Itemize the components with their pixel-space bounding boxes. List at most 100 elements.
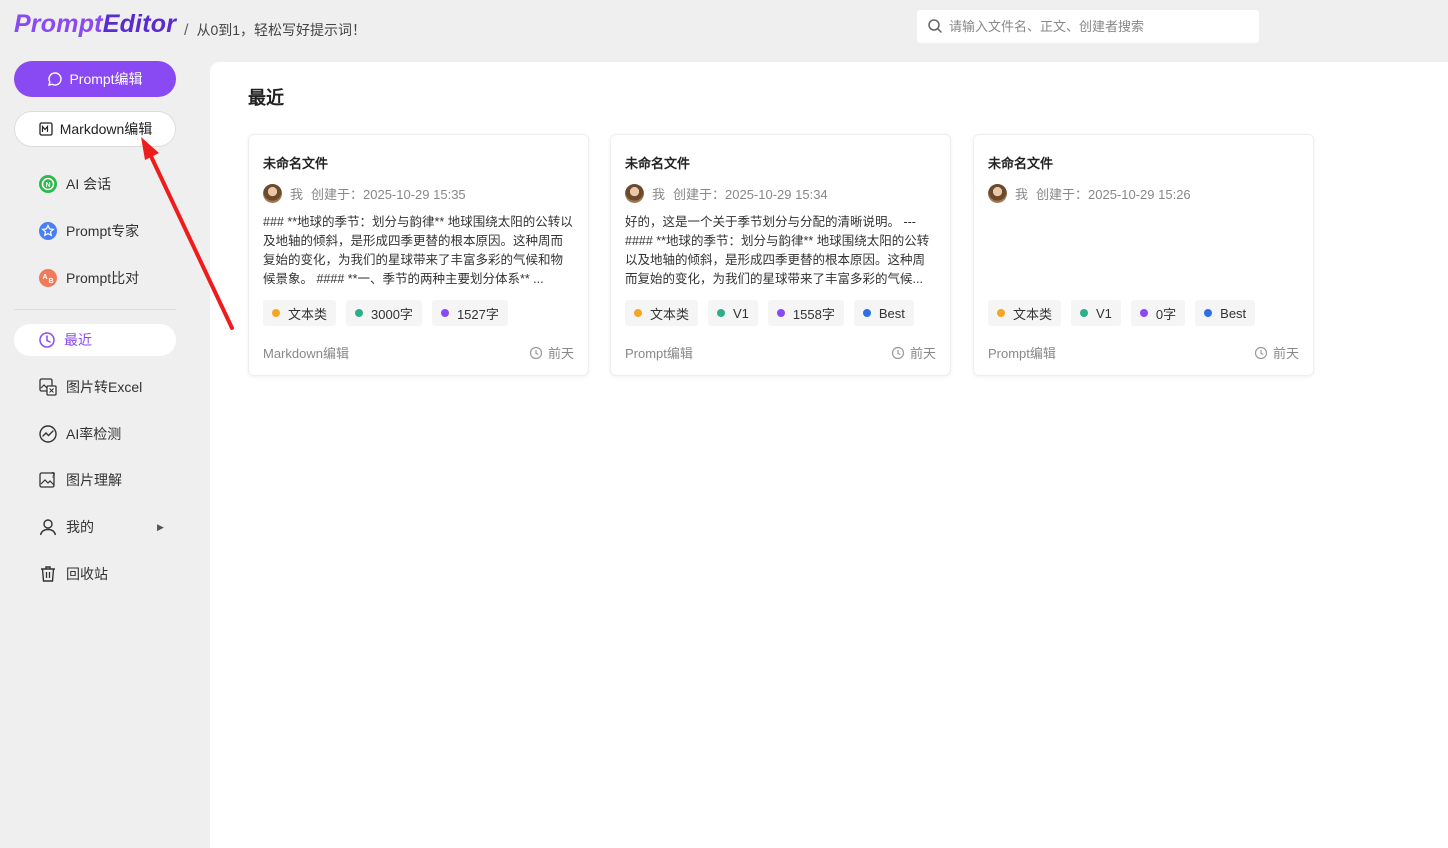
chat-bubble-icon xyxy=(48,72,63,86)
card-created: 创建于：2025-10-29 15:34 xyxy=(673,187,828,202)
ab-compare-icon: AB xyxy=(38,268,58,288)
sidebar-item-label: 图片理解 xyxy=(66,472,122,488)
card-time: 前天 xyxy=(1254,343,1299,362)
page-title: 最近 xyxy=(248,88,284,108)
file-card[interactable]: 未命名文件 我 创建于：2025-10-29 15:35 ### **地球的季节… xyxy=(248,134,589,376)
card-source: Markdown编辑 xyxy=(263,346,349,361)
avatar xyxy=(988,184,1007,203)
sidebar-item-image-to-excel[interactable]: 图片转Excel xyxy=(38,375,142,399)
card-author: 我 xyxy=(652,187,666,202)
tag-version: V1 xyxy=(708,300,758,326)
tag-label: 文本类 xyxy=(1013,306,1053,322)
expand-caret-icon[interactable]: ▶ xyxy=(157,522,164,533)
tag-dot xyxy=(634,309,642,317)
clock-icon xyxy=(39,332,55,348)
sidebar-item-ai-chat[interactable]: N AI 会话 xyxy=(38,172,111,196)
card-meta: 我 创建于：2025-10-29 15:35 xyxy=(263,184,466,203)
prompt-edit-button[interactable]: Prompt编辑 xyxy=(14,61,176,97)
image-question-icon: ? xyxy=(38,470,58,490)
card-title: 未命名文件 xyxy=(263,156,329,171)
markdown-icon xyxy=(39,122,53,136)
tag-dot xyxy=(1204,309,1213,317)
app-logo[interactable]: PromptEditor xyxy=(14,10,176,39)
tag-label: 0字 xyxy=(1155,306,1177,322)
search-icon xyxy=(928,19,942,33)
sidebar-item-trash[interactable]: 回收站 xyxy=(38,562,108,586)
ai-chat-icon: N xyxy=(38,174,58,194)
card-preview: 好的，这是一个关于季节划分与分配的清晰说明。 --- #### **地球的季节：… xyxy=(625,215,930,286)
sidebar-item-prompt-expert[interactable]: Prompt专家 xyxy=(38,219,139,243)
tag-type: 文本类 xyxy=(625,300,699,326)
svg-text:N: N xyxy=(45,182,50,189)
card-time-label: 前天 xyxy=(1272,346,1299,361)
clock-icon xyxy=(529,346,543,359)
card-time: 前天 xyxy=(891,343,936,362)
app-slogan: / 从0到1，轻松写好提示词！ xyxy=(184,20,366,40)
tag-dot xyxy=(1080,309,1089,317)
card-tags: 文本类 V1 0字 Best xyxy=(988,300,1256,326)
card-author: 我 xyxy=(290,187,304,202)
card-created: 创建于：2025-10-29 15:26 xyxy=(1036,187,1191,202)
tag-type: 文本类 xyxy=(263,300,337,326)
tag-dot xyxy=(717,309,726,317)
card-tags: 文本类 V1 1558字 Best xyxy=(625,300,914,326)
card-title: 未命名文件 xyxy=(625,156,691,171)
sidebar-item-prompt-compare[interactable]: AB Prompt比对 xyxy=(38,266,139,290)
slogan-separator: / xyxy=(184,22,189,39)
sidebar: Prompt编辑 Markdown编辑 N AI 会话 Prompt专家 AB … xyxy=(0,54,200,848)
tag-label: 1558字 xyxy=(792,306,835,322)
sidebar-item-label: 最近 xyxy=(64,332,92,348)
tag-dot xyxy=(355,309,364,317)
trend-chart-icon xyxy=(38,424,58,444)
main-panel: 最近 未命名文件 我 创建于：2025-10-29 15:35 ### **地球… xyxy=(210,62,1448,848)
tag-dot xyxy=(997,309,1005,317)
clock-icon xyxy=(891,346,905,359)
tag-label: 3000字 xyxy=(371,306,413,322)
tag-dot xyxy=(862,309,871,317)
sidebar-item-label: 我的 xyxy=(66,519,94,535)
tag-label: 文本类 xyxy=(650,306,690,322)
sidebar-item-ai-detection[interactable]: AI率检测 xyxy=(38,422,121,446)
tag-best: Best xyxy=(1195,300,1256,326)
tag-label: Best xyxy=(878,305,905,321)
file-card[interactable]: 未命名文件 我 创建于：2025-10-29 15:34 好的，这是一个关于季节… xyxy=(610,134,951,376)
file-card[interactable]: 未命名文件 我 创建于：2025-10-29 15:26 文本类 V1 0字 B… xyxy=(973,134,1314,376)
sidebar-item-label: Prompt比对 xyxy=(66,270,140,286)
search-input[interactable] xyxy=(949,10,1249,43)
tag-label: 文本类 xyxy=(288,306,328,322)
svg-text:B: B xyxy=(48,278,53,285)
tag-dot xyxy=(272,309,280,317)
card-author: 我 xyxy=(1015,187,1029,202)
tag-limit: 3000字 xyxy=(346,300,422,326)
tag-type: 文本类 xyxy=(988,300,1062,326)
card-source: Prompt编辑 xyxy=(625,346,693,361)
svg-text:?: ? xyxy=(51,471,56,480)
tag-best: Best xyxy=(853,300,914,326)
avatar xyxy=(263,184,282,203)
svg-text:A: A xyxy=(42,274,47,281)
tag-dot xyxy=(1139,309,1148,317)
tag-dot xyxy=(776,309,785,317)
tag-label: 1527字 xyxy=(456,306,499,322)
clock-icon xyxy=(1254,346,1268,359)
tag-word-count: 0字 xyxy=(1130,300,1186,326)
search-box[interactable] xyxy=(917,10,1259,43)
tag-label: V1 xyxy=(1096,305,1112,321)
sidebar-item-label: Prompt专家 xyxy=(66,223,140,239)
card-created: 创建于：2025-10-29 15:35 xyxy=(311,187,466,202)
tag-dot xyxy=(440,309,449,317)
prompt-edit-label: Prompt编辑 xyxy=(69,71,143,87)
card-meta: 我 创建于：2025-10-29 15:34 xyxy=(625,184,828,203)
sidebar-item-label: AI率检测 xyxy=(66,426,122,442)
card-time-label: 前天 xyxy=(909,346,936,361)
sidebar-item-image-understanding[interactable]: ? 图片理解 xyxy=(38,468,122,492)
image-excel-icon xyxy=(38,377,58,397)
sidebar-item-label: 回收站 xyxy=(66,566,108,582)
card-tags: 文本类 3000字 1527字 xyxy=(263,300,508,326)
trash-icon xyxy=(38,564,58,584)
star-badge-icon xyxy=(38,221,58,241)
sidebar-item-mine[interactable]: 我的 xyxy=(38,515,94,539)
sidebar-item-recent[interactable]: 最近 xyxy=(14,324,176,356)
markdown-edit-button[interactable]: Markdown编辑 xyxy=(14,111,176,147)
card-source: Prompt编辑 xyxy=(988,346,1056,361)
